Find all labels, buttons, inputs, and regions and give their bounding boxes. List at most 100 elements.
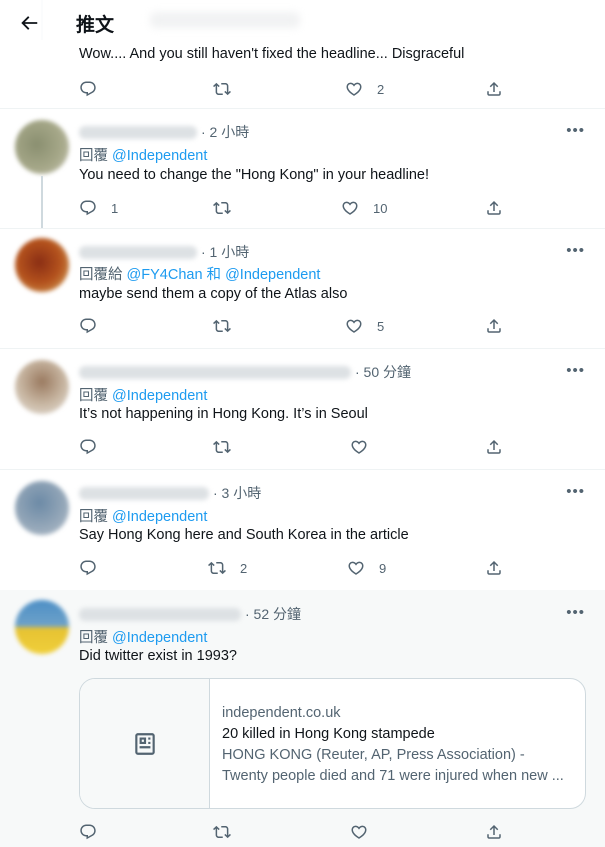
share-button[interactable]: [485, 314, 503, 338]
top-bar: 推文: [0, 0, 605, 44]
blurred-username[interactable]: [79, 125, 197, 139]
more-options-icon[interactable]: •••: [566, 604, 585, 621]
retweet-button[interactable]: [213, 314, 245, 338]
page-title: 推文: [76, 15, 115, 36]
newspaper-icon: [134, 732, 155, 755]
reply-button[interactable]: [79, 314, 111, 338]
reply-button[interactable]: [79, 435, 111, 459]
reply-handle-link[interactable]: @Independent: [112, 148, 207, 164]
tweet-header: · 1 小時: [79, 242, 249, 262]
heart-icon: [350, 438, 368, 456]
retweet-icon: [213, 199, 231, 217]
more-options-icon[interactable]: •••: [566, 483, 585, 500]
share-button[interactable]: [485, 435, 503, 459]
like-button[interactable]: 5: [345, 314, 384, 338]
heart-icon: [345, 80, 363, 98]
retweet-button[interactable]: [213, 77, 245, 101]
tweet-4[interactable]: · 3 小時 ••• 回覆 @Independent Say Hong Kong…: [0, 469, 605, 591]
replying-to: 回覆給 @FY4Chan 和 @Independent: [79, 267, 321, 283]
like-count: 5: [377, 318, 385, 334]
timestamp[interactable]: · 50 分鐘: [355, 364, 411, 380]
share-button[interactable]: [485, 556, 503, 580]
card-description-line-1: HONG KONG (Reuter, AP, Press Association…: [222, 747, 525, 763]
blurred-username[interactable]: [79, 365, 351, 379]
tweet-actions: 1 10: [79, 196, 509, 220]
retweet-button[interactable]: 2: [208, 556, 247, 580]
tweet-header: · 50 分鐘: [79, 362, 411, 382]
tweet-text: Did twitter exist in 1993?: [79, 648, 237, 664]
timestamp[interactable]: · 52 分鐘: [245, 606, 301, 622]
tweet-actions: [79, 435, 509, 459]
share-icon: [485, 80, 503, 98]
tweet-actions: 2: [79, 77, 509, 101]
reply-handle-link[interactable]: @FY4Chan 和 @Independent: [127, 267, 321, 283]
retweet-count: 2: [240, 560, 248, 576]
retweet-button[interactable]: [213, 435, 245, 459]
timestamp[interactable]: · 3 小時: [213, 485, 261, 501]
reply-icon: [79, 559, 97, 577]
retweet-icon: [208, 559, 226, 577]
like-button[interactable]: [350, 435, 382, 459]
tweet-5[interactable]: · 52 分鐘 ••• 回覆 @Independent Did twitter …: [0, 590, 605, 847]
share-button[interactable]: [485, 196, 503, 220]
reply-button[interactable]: [79, 77, 111, 101]
reply-icon: [79, 438, 97, 456]
share-button[interactable]: [485, 77, 503, 101]
more-options-icon[interactable]: •••: [566, 122, 585, 139]
like-button[interactable]: [350, 820, 382, 844]
avatar[interactable]: [15, 120, 69, 174]
like-count: 2: [377, 81, 385, 97]
tweet-header: · 3 小時: [79, 483, 261, 503]
retweet-button[interactable]: [213, 820, 245, 844]
reply-handle-link[interactable]: @Independent: [112, 388, 207, 404]
like-count: 9: [379, 560, 387, 576]
reply-button[interactable]: [79, 820, 111, 844]
tweet-header: · 52 分鐘: [79, 604, 301, 624]
retweet-icon: [213, 823, 231, 841]
like-button[interactable]: 2: [345, 77, 384, 101]
replying-to: 回覆 @Independent: [79, 630, 208, 646]
avatar[interactable]: [15, 481, 69, 535]
reply-button[interactable]: [79, 556, 111, 580]
retweet-icon: [213, 80, 231, 98]
tweet-actions: 2 9: [79, 556, 509, 580]
tweet-1[interactable]: · 2 小時 ••• 回覆 @Independent You need to c…: [0, 108, 605, 229]
reply-icon: [79, 199, 97, 217]
blurred-username[interactable]: [79, 245, 197, 259]
heart-icon: [345, 317, 363, 335]
avatar[interactable]: [15, 600, 69, 654]
thread-line: [41, 176, 43, 228]
reply-handle-link[interactable]: @Independent: [112, 509, 207, 525]
tweet-text: You need to change the "Hong Kong" in yo…: [79, 167, 429, 183]
like-button[interactable]: 9: [347, 556, 386, 580]
more-options-icon[interactable]: •••: [566, 242, 585, 259]
reply-handle-link[interactable]: @Independent: [112, 630, 207, 646]
like-count: 10: [373, 200, 388, 216]
retweet-icon: [213, 438, 231, 456]
tweet-2[interactable]: · 1 小時 ••• 回覆給 @FY4Chan 和 @Independent m…: [0, 228, 605, 349]
more-options-icon[interactable]: •••: [566, 362, 585, 379]
avatar[interactable]: [15, 360, 69, 414]
tweet-header: · 2 小時: [79, 122, 249, 142]
like-button[interactable]: 10: [341, 196, 387, 220]
tweet-3[interactable]: · 50 分鐘 ••• 回覆 @Independent It’s not hap…: [0, 348, 605, 470]
timestamp[interactable]: · 1 小時: [201, 244, 249, 260]
link-preview-card[interactable]: independent.co.uk 20 killed in Hong Kong…: [79, 678, 586, 809]
blurred-username[interactable]: [79, 486, 209, 500]
blurred-username[interactable]: [79, 607, 241, 621]
avatar[interactable]: [15, 238, 69, 292]
share-icon: [485, 199, 503, 217]
retweet-icon: [213, 317, 231, 335]
heart-icon: [341, 199, 359, 217]
timestamp[interactable]: · 2 小時: [201, 124, 249, 140]
retweet-button[interactable]: [213, 196, 245, 220]
reply-icon: [79, 823, 97, 841]
tweet-text: Say Hong Kong here and South Korea in th…: [79, 527, 409, 543]
back-arrow-icon[interactable]: [18, 12, 40, 34]
card-description-line-2: Twenty people died and 71 were injured w…: [222, 768, 564, 784]
reply-button[interactable]: 1: [79, 196, 118, 220]
blurred-header-text: [150, 12, 300, 28]
tweet-actions: [79, 820, 509, 844]
tweet-text: Wow.... And you still haven't fixed the …: [79, 46, 465, 62]
share-button[interactable]: [485, 820, 503, 844]
